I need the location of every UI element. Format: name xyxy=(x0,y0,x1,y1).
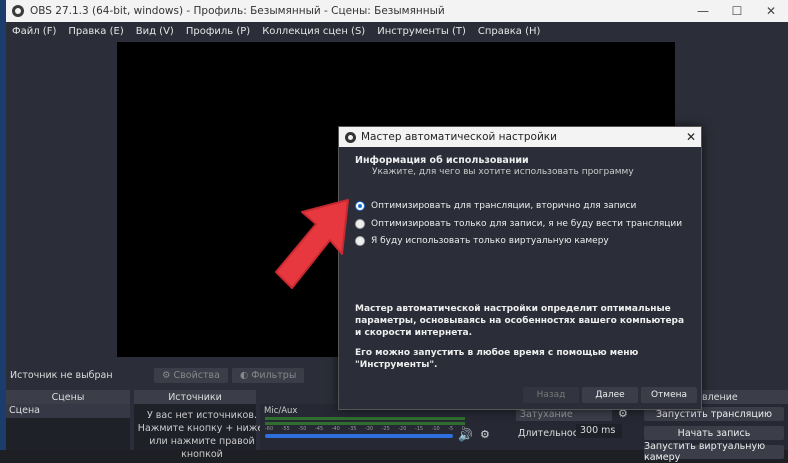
duration-value: 300 ms xyxy=(580,425,616,436)
obs-logo-icon xyxy=(12,5,24,17)
dialog-title: Мастер автоматической настройки xyxy=(361,131,557,143)
red-pointer-arrow-icon xyxy=(275,199,349,289)
menu-scene-collection[interactable]: Коллекция сцен (S) xyxy=(256,26,371,37)
scenes-dock-title: Сцены xyxy=(51,391,85,403)
filter-icon: ◐ xyxy=(239,369,249,381)
title-bar: OBS 27.1.3 (64-bit, windows) - Профиль: … xyxy=(6,0,788,22)
sources-dock-title: Источники xyxy=(168,391,222,403)
dialog-subheading: Укажите, для чего вы хотите использовать… xyxy=(372,167,634,177)
sources-empty-line: Нажмите кнопку + ниже, xyxy=(137,423,267,434)
meter-tick: -15 xyxy=(414,426,424,432)
dialog-heading: Информация об использовании xyxy=(355,155,529,166)
dialog-title-bar: Мастер автоматической настройки ✕ xyxy=(339,127,701,147)
speaker-icon[interactable]: 🔊 xyxy=(458,428,473,442)
obs-logo-icon xyxy=(345,131,356,143)
sources-dock-header: Источники xyxy=(134,390,256,404)
gear-icon: ⚙ xyxy=(162,369,171,381)
sources-empty-line: У вас нет источников. xyxy=(147,410,257,421)
radio-selected-icon[interactable] xyxy=(355,201,365,211)
controls-panel: Запустить трансляцию Начать запись Запус… xyxy=(640,404,788,463)
option-recording[interactable]: Оптимизировать только для записи, я не б… xyxy=(355,219,682,229)
gear-icon[interactable]: ⚙ xyxy=(480,428,490,441)
audio-mixer: Mic/Aux -60 -55 -50 -45 -40 -35 -30 -25 … xyxy=(260,404,512,450)
radio-icon[interactable] xyxy=(355,236,365,246)
menu-edit[interactable]: Правка (E) xyxy=(62,26,129,37)
meter-tick: -10 xyxy=(431,426,440,432)
meter-tick: -40 xyxy=(331,426,340,432)
meter-tick: -30 xyxy=(364,426,374,432)
filters-label: Фильтры xyxy=(251,369,297,381)
sources-empty-text: У вас нет источников. Нажмите кнопку + н… xyxy=(134,409,270,461)
menu-help[interactable]: Справка (H) xyxy=(472,26,547,37)
menu-view[interactable]: Вид (V) xyxy=(130,26,180,37)
no-source-label: Источник не выбран xyxy=(10,369,113,381)
dialog-info: Мастер автоматической настройки определи… xyxy=(355,303,691,371)
scene-item[interactable]: Сцена xyxy=(6,404,130,418)
meter-tick: -45 xyxy=(314,426,324,432)
back-button[interactable]: Назад xyxy=(523,387,579,403)
volume-meter xyxy=(265,422,465,425)
controls-dock-title: вление xyxy=(702,391,738,403)
meter-tick: -55 xyxy=(281,426,290,432)
properties-label: Свойства xyxy=(173,369,220,381)
minimize-icon[interactable]: — xyxy=(686,0,720,22)
menu-bar: Файл (F) Правка (E) Вид (V) Профиль (P) … xyxy=(6,22,788,40)
transition-select-value: Затухание xyxy=(520,409,573,420)
obs-window: OBS 27.1.3 (64-bit, windows) - Профиль: … xyxy=(0,0,788,463)
sources-empty-line: или нажмите правой кнопкой xyxy=(149,436,255,460)
menu-tools[interactable]: Инструменты (T) xyxy=(371,26,472,37)
radio-icon[interactable] xyxy=(355,219,365,229)
volume-meter xyxy=(265,417,465,420)
filters-button[interactable]: ◐ Фильтры xyxy=(231,367,305,383)
meter-tick: -60 xyxy=(265,426,274,432)
next-button[interactable]: Далее xyxy=(582,387,638,403)
properties-button[interactable]: ⚙ Свойства xyxy=(154,367,228,383)
menu-file[interactable]: Файл (F) xyxy=(6,26,62,37)
window-title: OBS 27.1.3 (64-bit, windows) - Профиль: … xyxy=(30,5,445,17)
option-streaming[interactable]: Оптимизировать для трансляции, вторично … xyxy=(355,201,636,211)
mixer-track-name: Mic/Aux xyxy=(264,406,298,416)
meter-tick: -25 xyxy=(381,426,390,432)
info-text: Его можно запустить в любое время с помо… xyxy=(355,348,639,370)
close-icon[interactable]: ✕ xyxy=(754,0,788,22)
volume-slider[interactable] xyxy=(265,434,453,438)
menu-profile[interactable]: Профиль (P) xyxy=(180,26,256,37)
start-recording-button[interactable]: Начать запись xyxy=(644,426,784,440)
meter-ticks: -60 -55 -50 -45 -40 -35 -30 -25 -20 -15 … xyxy=(265,426,465,432)
option-label: Я буду использовать только виртуальную к… xyxy=(371,236,609,246)
transitions-panel: Затухание ⚙ Длительность 300 ms xyxy=(512,404,640,450)
cancel-button[interactable]: Отмена xyxy=(641,387,697,403)
auto-config-dialog: Мастер автоматической настройки ✕ Информ… xyxy=(338,126,702,410)
option-virtual-camera[interactable]: Я буду использовать только виртуальную к… xyxy=(355,236,609,246)
option-label: Оптимизировать для трансляции, вторично … xyxy=(371,201,637,211)
meter-tick: -5 xyxy=(448,426,454,432)
option-label: Оптимизировать только для записи, я не б… xyxy=(371,219,683,229)
duration-field[interactable]: 300 ms xyxy=(576,424,622,438)
meter-tick: -35 xyxy=(348,426,357,432)
scenes-dock-header: Сцены xyxy=(6,390,130,404)
meter-tick: -50 xyxy=(298,426,307,432)
meter-tick: -20 xyxy=(398,426,407,432)
maximize-icon[interactable]: ☐ xyxy=(720,0,754,22)
close-icon[interactable]: ✕ xyxy=(681,130,701,144)
start-virtual-camera-button[interactable]: Запустить виртуальную камеру xyxy=(644,441,784,463)
info-text: Мастер автоматической настройки определи… xyxy=(355,304,685,338)
